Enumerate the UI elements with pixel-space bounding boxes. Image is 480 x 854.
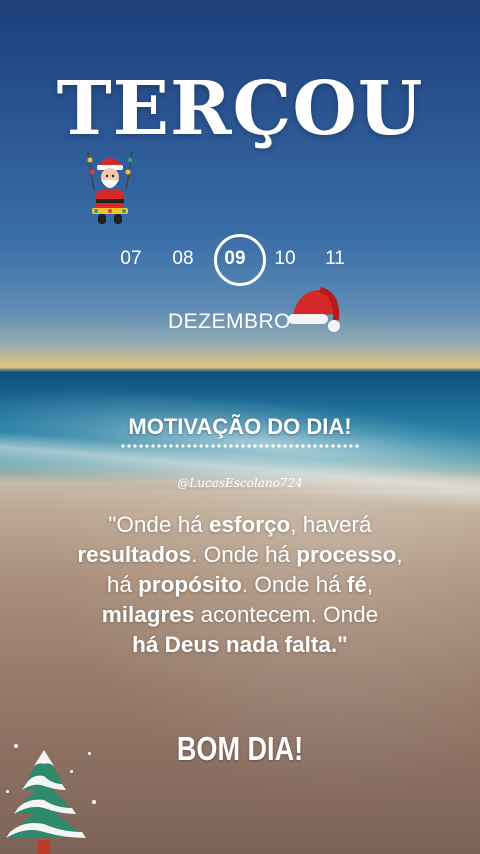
snowflake [6, 790, 9, 793]
quote-line: resultados. Onde há processo, [77, 542, 403, 567]
author-handle: @LucasEscolano724 [177, 476, 303, 490]
date-item-current: 09 [224, 248, 246, 269]
month-label: DEZEMBRO [168, 310, 292, 333]
section-heading: MOTIVAÇÃO DO DIA! [128, 414, 352, 439]
date-strip: 07 08 09 10 11 [0, 246, 480, 272]
greeting-text: BOM DIA! [176, 730, 304, 767]
santa-claus-icon [87, 151, 133, 224]
date-item: 08 [172, 248, 194, 269]
story-card: TERÇOU 07 08 09 10 11 DEZEMBRO MOTIVAÇÃO… [0, 0, 480, 854]
quote-line: há propósito. Onde há fé, [106, 572, 374, 597]
christmas-tree-icon [6, 750, 86, 854]
snowflake [92, 800, 96, 804]
date-item: 10 [274, 248, 296, 269]
date-item: 07 [120, 248, 142, 269]
page-title: TERÇOU [56, 66, 424, 152]
snowflake [14, 744, 18, 748]
snowflake [70, 770, 73, 773]
quote-line: milagres acontecem. Onde [101, 602, 379, 627]
dotted-divider [120, 442, 360, 450]
snowflake [88, 752, 91, 755]
motivational-quote: "Onde há esforço, haverá resultados. Ond… [30, 510, 450, 660]
quote-line: "Onde há esforço, haverá [108, 512, 372, 537]
date-item: 11 [325, 248, 345, 269]
santa-hat-icon [288, 287, 340, 332]
quote-line: há Deus nada falta." [132, 632, 348, 657]
